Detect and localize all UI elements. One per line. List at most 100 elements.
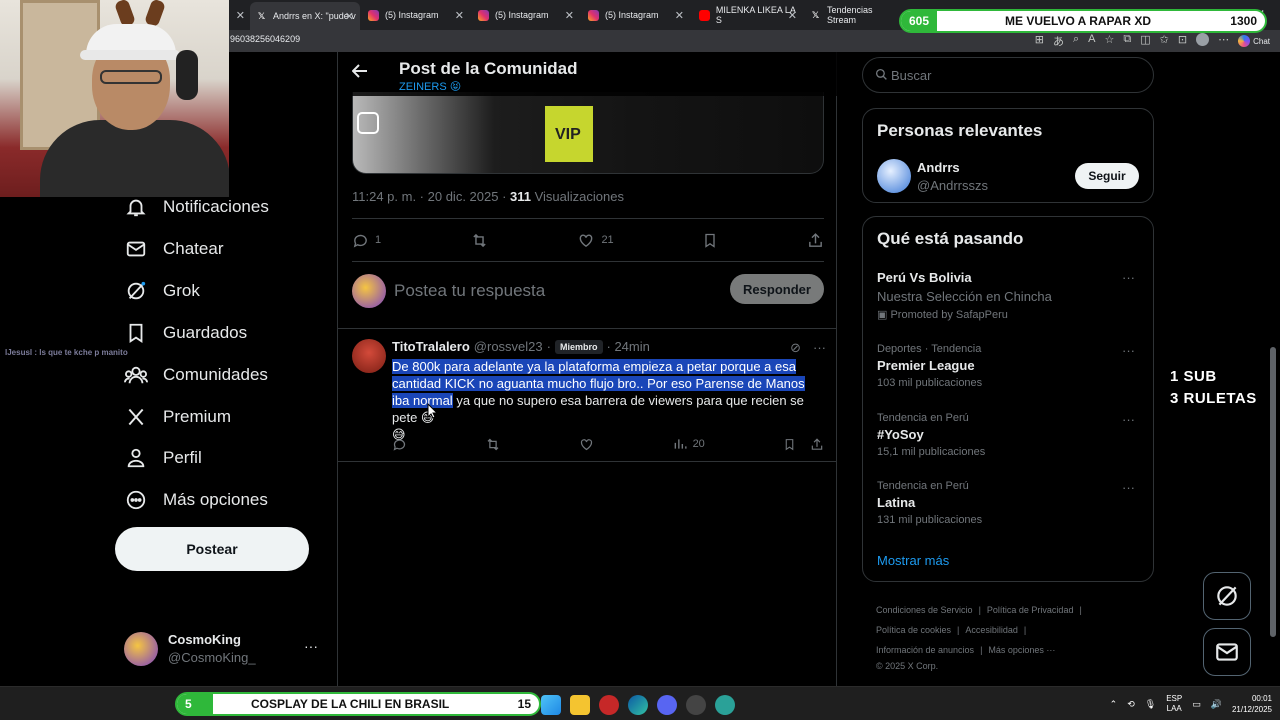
obs-icon[interactable] [686,695,706,715]
browser-tab[interactable]: MILENKA LIKEA LA S ✕ [693,4,803,26]
windows-start-icon[interactable] [541,695,561,715]
share-action[interactable] [810,437,824,452]
menu-dots-icon[interactable]: ⋯ [1218,33,1229,49]
chevron-up-icon[interactable]: ⌃ [1110,699,1118,710]
repost-action[interactable] [470,232,489,249]
file-explorer-icon[interactable] [570,695,590,715]
tab-close-partial[interactable]: ✕ [229,4,249,26]
more-icon[interactable]: ··· [1122,480,1135,495]
edge-icon[interactable] [628,695,648,715]
bookmark-action[interactable] [783,437,796,452]
search-input[interactable]: Buscar [891,68,931,83]
discord-icon[interactable] [657,695,677,715]
trend-item[interactable]: Perú Vs Bolivia Nuestra Selección en Chi… [877,270,1141,321]
member-badge: Miembro [554,339,603,354]
close-icon[interactable]: ✕ [236,9,245,22]
more-icon[interactable]: ··· [813,340,826,356]
apps-icon[interactable]: ⊞ [1035,33,1044,49]
volume-icon[interactable]: 🔊 [1211,699,1222,710]
browser-tab[interactable]: (5) Instagram ✕ [582,4,690,26]
copilot-chat-button[interactable]: Chat [1238,33,1270,49]
favorites-bar-icon[interactable]: ✩ [1160,33,1169,49]
bookmark-action[interactable] [702,232,718,249]
nav-grok[interactable]: Grok [124,276,200,306]
read-aloud-icon[interactable]: A [1088,33,1095,49]
footer-link[interactable]: Política de cookies [876,625,951,635]
like-action[interactable] [579,437,594,452]
community-link[interactable]: ZEINERS 😝 [399,80,461,93]
more-icon[interactable]: ··· [304,638,318,654]
views-action[interactable]: 20 [673,437,705,451]
post-media-image[interactable]: VIP [352,92,824,174]
share-action[interactable] [807,232,824,249]
repost-action[interactable] [485,437,501,452]
zoom-icon[interactable]: ⌕ [1073,33,1079,49]
nav-bookmarks[interactable]: Guardados [124,318,247,348]
more-icon[interactable]: ··· [1122,412,1135,427]
display-icon[interactable]: ▭ [1192,699,1201,710]
close-icon[interactable]: ✕ [455,9,464,22]
network-icon[interactable]: ⟲ [1127,699,1135,710]
post-button[interactable]: Postear [115,527,309,571]
close-icon[interactable]: ✕ [675,9,684,22]
messages-float-button[interactable] [1203,628,1251,676]
close-icon[interactable]: ✕ [565,9,574,22]
extensions-icon[interactable]: ⧉ [1123,33,1131,49]
collections-icon[interactable]: ⊡ [1178,33,1187,49]
nav-label: Comunidades [163,365,268,384]
page-scrollbar[interactable] [1268,52,1278,686]
reply-time[interactable]: · 24min [607,339,650,354]
browser-profile-avatar[interactable] [1196,33,1210,46]
more-icon[interactable]: ··· [1122,343,1135,358]
account-switcher[interactable]: CosmoKing @CosmoKing_ ··· [124,630,324,670]
grok-icon[interactable]: ⊘ [790,340,801,356]
split-screen-icon[interactable]: ◫ [1140,33,1150,49]
footer-link[interactable]: Condiciones de Servicio [876,605,973,615]
reply-input[interactable]: Postea tu respuesta [394,281,545,301]
footer-link[interactable]: Más opciones ··· [988,645,1055,655]
close-icon[interactable]: ✕ [345,10,354,23]
app-icon[interactable] [715,695,735,715]
footer-link[interactable]: Política de Privacidad [987,605,1074,615]
language-indicator[interactable]: ESP LAA [1166,694,1182,714]
browser-tab[interactable]: (5) Instagram ✕ [472,4,580,26]
like-action[interactable]: 21 [577,232,614,249]
relevant-user-name[interactable]: Andrrs [917,160,960,175]
browser-tab[interactable]: 𝕏 Tendencias Stream [804,4,904,26]
reply-action[interactable] [392,437,407,452]
opera-icon[interactable] [599,695,619,715]
clock[interactable]: 00:01 21/12/2025 [1232,693,1272,715]
browser-tab[interactable]: (5) Instagram ✕ [362,4,470,26]
grok-float-button[interactable] [1203,572,1251,620]
search-box[interactable]: Buscar [862,57,1154,93]
relevant-user-handle[interactable]: @Andrrsszs [917,178,988,193]
nav-communities[interactable]: Comunidades [124,360,268,390]
translate-icon[interactable]: あ [1053,33,1064,49]
reply-button[interactable]: Responder [730,274,824,304]
trend-item[interactable]: Deportes · Tendencia Premier League 103 … [877,343,1141,389]
avatar[interactable] [352,339,386,373]
more-icon[interactable]: ··· [1122,270,1135,285]
close-icon[interactable]: ✕ [788,9,797,22]
nav-chat[interactable]: Chatear [124,234,223,264]
footer-link[interactable]: Accesibilidad [965,625,1018,635]
avatar[interactable] [877,159,911,193]
favorite-icon[interactable]: ☆ [1105,33,1115,49]
show-more-link[interactable]: Mostrar más [877,553,949,568]
reply-author-handle[interactable]: @rossvel23 [474,339,543,354]
browser-tab[interactable]: 𝕏 Andrrs en X: "pude v ✕ [250,2,360,30]
follow-button[interactable]: Seguir [1075,163,1139,189]
reply-action[interactable]: 1 [352,232,381,249]
url-text[interactable]: 96038256046209 [230,34,300,44]
post-timestamp[interactable]: 11:24 p. m. · 20 dic. 2025 · [352,189,510,204]
scrollbar-thumb[interactable] [1270,347,1276,637]
footer-link[interactable]: Información de anuncios [876,645,974,655]
trend-item[interactable]: Tendencia en Perú #YoSoy 15,1 mil public… [877,412,1141,458]
nav-profile[interactable]: Perfil [124,443,202,473]
nav-more-options[interactable]: Más opciones [124,485,268,515]
back-arrow-icon[interactable] [351,64,368,83]
nav-premium[interactable]: Premium [124,402,231,432]
mic-icon[interactable]: 🎙 [1145,699,1156,710]
trend-item[interactable]: Tendencia en Perú Latina 131 mil publica… [877,480,1141,526]
reply-author-name[interactable]: TitoTralalero [392,339,470,354]
